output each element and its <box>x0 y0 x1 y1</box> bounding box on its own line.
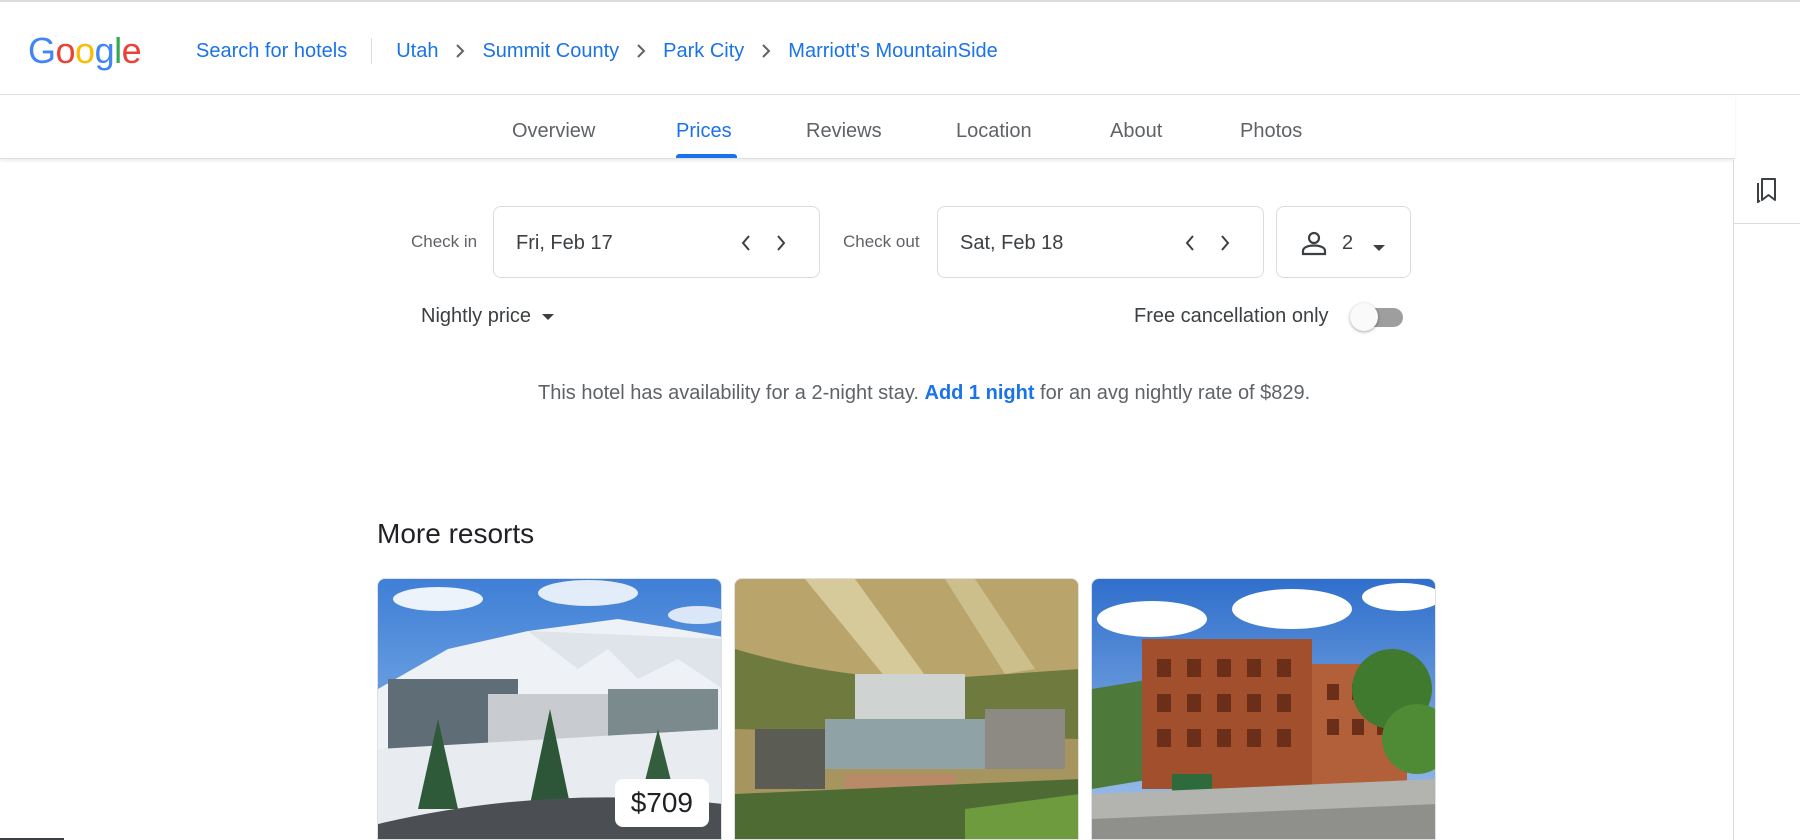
price-mode-label: Nightly price <box>421 305 532 327</box>
price-mode-dropdown[interactable]: Nightly price <box>421 305 555 328</box>
chevron-right-icon <box>438 41 482 61</box>
free-cancellation-label: Free cancellation only <box>1134 305 1329 327</box>
resort-price: $709 <box>614 779 709 827</box>
arrow-drop-down-icon <box>1372 239 1386 257</box>
breadcrumb-divider <box>371 38 373 64</box>
arrow-drop-down-icon <box>541 313 555 321</box>
chevron-right-icon <box>744 41 788 61</box>
autumn-mountain-village-photo <box>735 579 1078 839</box>
check-in-value: Fri, Feb 17 <box>516 232 613 254</box>
check-out-field[interactable]: Sat, Feb 18 <box>937 206 1264 278</box>
availability-rate-text: for an avg nightly rate of $829. <box>1040 382 1311 404</box>
check-out-next-button[interactable] <box>1211 229 1239 257</box>
resort-card[interactable] <box>734 578 1079 840</box>
brick-hotel-building-photo <box>1092 579 1435 839</box>
add-night-link[interactable]: Add 1 night <box>925 382 1035 404</box>
breadcrumb-utah[interactable]: Utah <box>396 40 438 63</box>
tab-bar: Overview Prices Reviews Location About P… <box>0 96 1735 159</box>
resort-card[interactable] <box>1091 578 1436 840</box>
tab-about[interactable]: About <box>1110 120 1162 143</box>
breadcrumb-summit-county[interactable]: Summit County <box>482 40 619 63</box>
check-in-prev-button[interactable] <box>732 229 760 257</box>
breadcrumb: Search for hotels Utah Summit County Par… <box>196 38 998 64</box>
toggle-knob <box>1350 303 1378 331</box>
tab-overview[interactable]: Overview <box>512 120 595 143</box>
check-in-label: Check in <box>411 232 478 251</box>
header: Google Search for hotels Utah Summit Cou… <box>0 2 1800 95</box>
logo-letter: g <box>94 30 115 71</box>
check-in-next-button[interactable] <box>767 229 795 257</box>
person-icon <box>1300 229 1328 262</box>
tab-reviews[interactable]: Reviews <box>806 120 882 143</box>
logo-letter: o <box>55 30 76 71</box>
side-panel-divider <box>1733 160 1734 840</box>
chevron-right-icon <box>619 41 663 61</box>
breadcrumb-park-city[interactable]: Park City <box>663 40 744 63</box>
check-in-field[interactable]: Fri, Feb 17 <box>493 206 820 278</box>
google-logo[interactable]: Google <box>28 30 142 72</box>
logo-letter: e <box>121 30 142 71</box>
check-out-value: Sat, Feb 18 <box>960 232 1064 254</box>
search-for-hotels-link[interactable]: Search for hotels <box>196 40 347 63</box>
logo-letter: o <box>75 30 95 71</box>
check-out-label: Check out <box>843 232 920 251</box>
guests-selector[interactable]: 2 <box>1276 206 1411 278</box>
chevron-left-icon <box>741 235 750 251</box>
check-out-prev-button[interactable] <box>1176 229 1204 257</box>
active-tab-indicator <box>676 154 737 158</box>
tab-location[interactable]: Location <box>956 120 1032 143</box>
resort-card[interactable]: $709 <box>377 578 722 840</box>
tab-photos[interactable]: Photos <box>1240 120 1302 143</box>
more-resorts-title: More resorts <box>377 518 535 549</box>
saved-button[interactable] <box>1734 160 1800 224</box>
tab-prices[interactable]: Prices <box>676 120 732 143</box>
logo-letter: l <box>114 30 122 71</box>
guests-count: 2 <box>1342 232 1354 254</box>
logo-letter: G <box>28 30 56 71</box>
free-cancellation-toggle[interactable] <box>1350 302 1406 331</box>
availability-message: This hotel has availability for a 2-nigh… <box>538 382 1310 405</box>
chevron-left-icon <box>1185 235 1194 251</box>
chevron-right-icon <box>777 235 786 251</box>
chevron-right-icon <box>1221 235 1230 251</box>
availability-text: This hotel has availability for a 2-nigh… <box>538 382 919 404</box>
bookmarks-icon <box>1755 175 1779 208</box>
breadcrumb-hotel[interactable]: Marriott's MountainSide <box>788 40 997 63</box>
